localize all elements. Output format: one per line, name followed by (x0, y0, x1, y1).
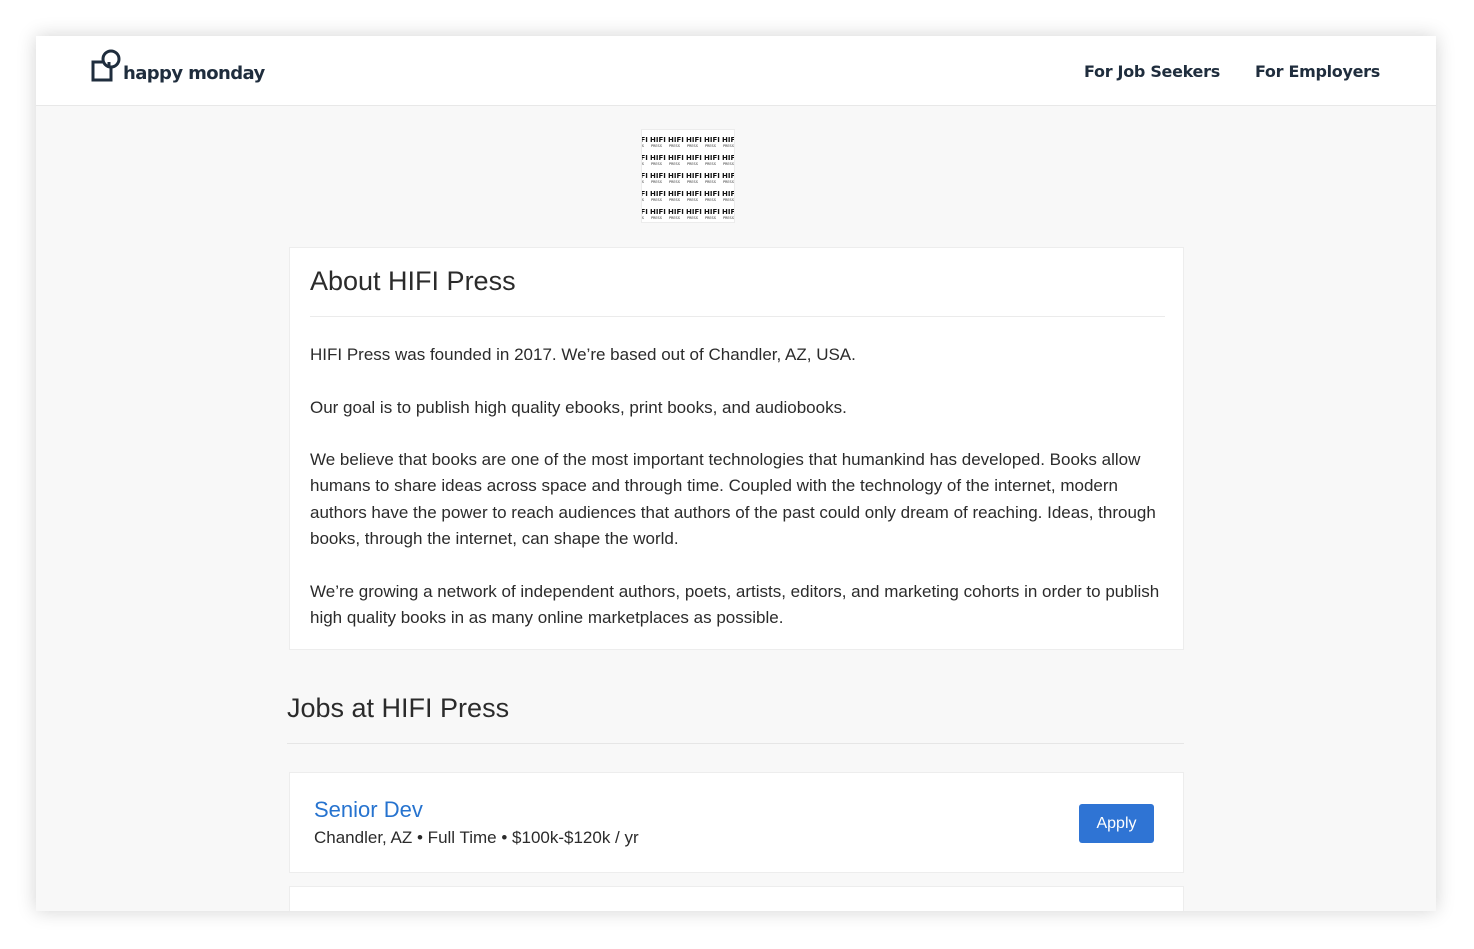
svg-text:HIFI: HIFI (722, 172, 734, 180)
svg-text:HIFI: HIFI (722, 136, 734, 144)
svg-text:PRESS: PRESS (642, 180, 644, 184)
job-listing-card-partial (289, 886, 1184, 911)
svg-text:HIFI: HIFI (686, 190, 702, 198)
svg-text:PRESS: PRESS (669, 144, 680, 148)
svg-text:HIFI: HIFI (642, 136, 648, 144)
top-navigation-bar: happy monday For Job Seekers For Employe… (36, 36, 1436, 106)
about-paragraph: We’re growing a network of independent a… (310, 581, 1160, 627)
about-paragraph: Our goal is to publish high quality eboo… (310, 397, 847, 417)
svg-text:PRESS: PRESS (642, 162, 644, 166)
jobs-section-title: Jobs at HIFI Press (287, 693, 510, 723)
logo-text: happy monday (123, 63, 265, 84)
svg-text:HIFI: HIFI (686, 208, 702, 216)
about-paragraph: We believe that books are one of the mos… (310, 450, 1156, 549)
svg-text:PRESS: PRESS (723, 216, 734, 220)
company-logo: HIFIPRESSHIFIPRESSHIFIPRESSHIFIPRESSHIFI… (632, 129, 738, 223)
svg-text:HIFI: HIFI (686, 154, 702, 162)
svg-text:PRESS: PRESS (723, 144, 734, 148)
svg-text:HIFI: HIFI (642, 154, 648, 162)
svg-text:HIFI: HIFI (668, 154, 684, 162)
svg-text:PRESS: PRESS (705, 198, 716, 202)
job-meta: Chandler, AZ • Full Time • $100k-$120k /… (314, 828, 639, 847)
svg-text:HIFI: HIFI (668, 136, 684, 144)
svg-text:PRESS: PRESS (651, 180, 662, 184)
logo-mark-icon (91, 49, 121, 82)
svg-text:PRESS: PRESS (642, 216, 644, 220)
svg-text:HIFI: HIFI (704, 208, 720, 216)
svg-text:PRESS: PRESS (651, 144, 662, 148)
svg-text:HIFI: HIFI (722, 190, 734, 198)
browser-window: happy monday For Job Seekers For Employe… (36, 36, 1436, 911)
svg-text:PRESS: PRESS (651, 216, 662, 220)
svg-text:HIFI: HIFI (686, 136, 702, 144)
svg-text:PRESS: PRESS (642, 198, 644, 202)
svg-text:HIFI: HIFI (642, 190, 648, 198)
happy-monday-logo[interactable]: happy monday (91, 48, 265, 84)
svg-text:HIFI: HIFI (668, 190, 684, 198)
svg-text:PRESS: PRESS (651, 162, 662, 166)
svg-text:HIFI: HIFI (650, 208, 666, 216)
about-card: About HIFI Press HIFI Press was founded … (289, 247, 1184, 650)
divider (287, 743, 1184, 744)
svg-text:HIFI: HIFI (650, 190, 666, 198)
svg-text:HIFI: HIFI (668, 172, 684, 180)
svg-text:PRESS: PRESS (687, 162, 698, 166)
svg-text:PRESS: PRESS (705, 216, 716, 220)
svg-text:PRESS: PRESS (669, 216, 680, 220)
svg-text:HIFI: HIFI (704, 154, 720, 162)
svg-text:HIFI: HIFI (642, 172, 648, 180)
apply-button[interactable]: Apply (1079, 804, 1154, 843)
svg-text:PRESS: PRESS (669, 180, 680, 184)
svg-text:PRESS: PRESS (705, 180, 716, 184)
about-title: About HIFI Press (310, 266, 516, 296)
svg-text:PRESS: PRESS (723, 162, 734, 166)
job-listing-card: Senior Dev Chandler, AZ • Full Time • $1… (289, 772, 1184, 873)
svg-text:PRESS: PRESS (705, 162, 716, 166)
svg-text:PRESS: PRESS (669, 198, 680, 202)
about-paragraph: HIFI Press was founded in 2017. We’re ba… (310, 345, 856, 364)
about-description: HIFI Press was founded in 2017. We’re ba… (310, 342, 1160, 658)
svg-text:HIFI: HIFI (642, 208, 648, 216)
hifi-press-logo-icon: HIFIPRESSHIFIPRESSHIFIPRESSHIFIPRESSHIFI… (632, 136, 738, 220)
svg-text:HIFI: HIFI (668, 208, 684, 216)
svg-text:HIFI: HIFI (686, 172, 702, 180)
svg-text:PRESS: PRESS (669, 162, 680, 166)
svg-text:PRESS: PRESS (687, 216, 698, 220)
main-nav: For Job Seekers For Employers (1084, 62, 1380, 81)
svg-text:HIFI: HIFI (704, 190, 720, 198)
svg-text:HIFI: HIFI (650, 154, 666, 162)
job-title-link[interactable]: Senior Dev (314, 797, 423, 823)
svg-text:HIFI: HIFI (704, 172, 720, 180)
svg-text:HIFI: HIFI (722, 208, 734, 216)
svg-text:PRESS: PRESS (687, 180, 698, 184)
svg-text:PRESS: PRESS (723, 198, 734, 202)
divider (310, 316, 1165, 317)
svg-text:PRESS: PRESS (687, 144, 698, 148)
nav-for-employers[interactable]: For Employers (1255, 62, 1380, 81)
svg-text:PRESS: PRESS (687, 198, 698, 202)
svg-text:PRESS: PRESS (723, 180, 734, 184)
svg-text:PRESS: PRESS (705, 144, 716, 148)
svg-text:HIFI: HIFI (650, 172, 666, 180)
svg-text:PRESS: PRESS (651, 198, 662, 202)
nav-for-job-seekers[interactable]: For Job Seekers (1084, 62, 1220, 81)
svg-text:HIFI: HIFI (704, 136, 720, 144)
svg-text:HIFI: HIFI (722, 154, 734, 162)
svg-text:PRESS: PRESS (642, 144, 644, 148)
svg-text:HIFI: HIFI (650, 136, 666, 144)
